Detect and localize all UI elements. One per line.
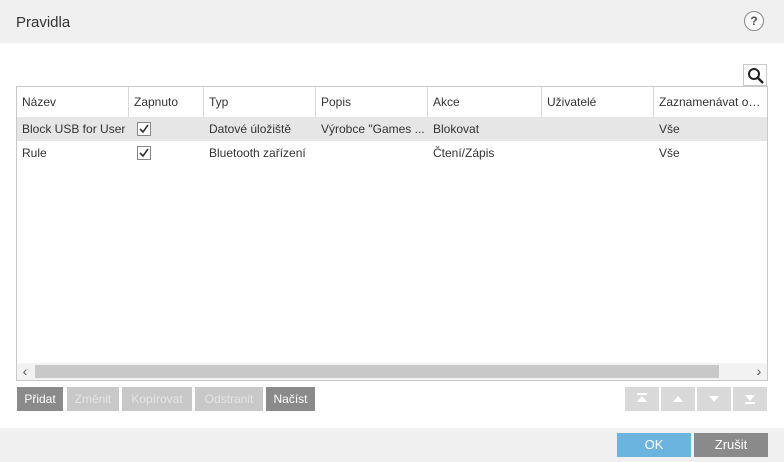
dialog-header: Pravidla ? — [0, 0, 784, 43]
column-header-name[interactable]: Název — [17, 87, 129, 117]
cancel-button[interactable]: Zrušit — [694, 433, 768, 457]
scroll-right-icon[interactable]: › — [751, 363, 767, 380]
rules-table: Název Zapnuto Typ Popis Akce Uživatelé Z… — [16, 86, 768, 381]
table-row[interactable]: Block USB for User Datové úložiště Výrob… — [17, 117, 767, 141]
move-top-button[interactable] — [625, 387, 659, 411]
move-up-icon — [673, 396, 683, 402]
cell-action: Blokovat — [433, 122, 480, 136]
cell-description — [316, 141, 428, 165]
table-row[interactable]: Rule Bluetooth zařízení Čtení/Zápis Vše — [17, 141, 767, 165]
cell-type: Datové úložiště — [209, 122, 292, 136]
column-header-log-from[interactable]: Zaznamenávat od ... — [654, 87, 767, 117]
column-header-type[interactable]: Typ — [204, 87, 316, 117]
cell-users — [542, 117, 654, 141]
table-header: Název Zapnuto Typ Popis Akce Uživatelé Z… — [17, 87, 767, 118]
move-down-icon — [709, 396, 719, 402]
move-bottom-icon — [745, 395, 755, 404]
cell-description: Výrobce "Games ... — [321, 122, 425, 136]
enabled-checkbox[interactable] — [137, 122, 151, 136]
column-header-users[interactable]: Uživatelé — [542, 87, 654, 117]
cell-users — [542, 141, 654, 165]
scrollbar-thumb[interactable] — [35, 365, 719, 378]
copy-button[interactable]: Kopírovat — [122, 387, 192, 411]
edit-button[interactable]: Změnit — [67, 387, 119, 411]
move-up-button[interactable] — [661, 387, 695, 411]
search-icon[interactable] — [743, 64, 767, 86]
load-button[interactable]: Načíst — [266, 387, 315, 411]
cell-action: Čtení/Zápis — [433, 146, 495, 160]
column-header-action[interactable]: Akce — [428, 87, 542, 117]
cell-type: Bluetooth zařízení — [209, 146, 306, 160]
remove-button[interactable]: Odstranit — [195, 387, 263, 411]
dialog-title: Pravidla — [16, 14, 71, 31]
add-button[interactable]: Přidat — [17, 387, 63, 411]
cell-name: Block USB for User — [22, 122, 126, 136]
cell-name: Rule — [22, 146, 47, 160]
help-icon[interactable]: ? — [744, 11, 764, 31]
move-bottom-button[interactable] — [733, 387, 767, 411]
ok-button[interactable]: OK — [617, 433, 691, 457]
cell-log-from: Vše — [659, 146, 680, 160]
scroll-left-icon[interactable]: ‹ — [17, 363, 33, 380]
column-header-enabled[interactable]: Zapnuto — [129, 87, 204, 117]
cell-log-from: Vše — [659, 122, 680, 136]
column-header-description[interactable]: Popis — [316, 87, 428, 117]
move-top-icon — [637, 393, 647, 402]
horizontal-scrollbar[interactable]: ‹ › — [17, 363, 767, 380]
move-down-button[interactable] — [697, 387, 731, 411]
enabled-checkbox[interactable] — [137, 146, 151, 160]
